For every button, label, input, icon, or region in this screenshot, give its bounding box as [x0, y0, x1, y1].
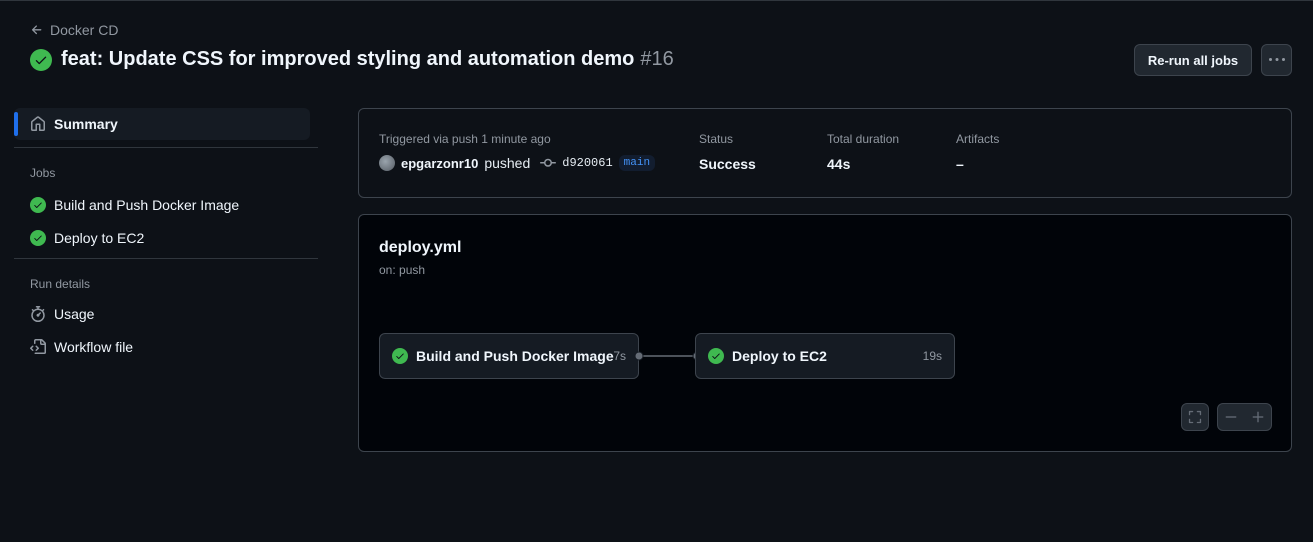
sidebar-item-label[interactable]: Workflow file	[54, 339, 133, 355]
sidebar-item-job-build[interactable]: Build and Push Docker Image	[14, 188, 318, 221]
workflow-graph-card: deploy.yml on: push Build and Push Docke…	[358, 214, 1292, 452]
trigger-label: Triggered via push 1 minute ago	[379, 132, 551, 146]
back-link-label[interactable]: Docker CD	[50, 22, 118, 38]
job-node-deploy[interactable]: Deploy to EC2 19s	[695, 333, 955, 379]
success-check-icon	[30, 196, 46, 213]
job-node-build[interactable]: Build and Push Docker Image 7s	[379, 333, 639, 379]
run-number: #16	[640, 48, 674, 70]
run-title-text: feat: Update CSS for improved styling an…	[61, 48, 635, 70]
file-code-icon	[30, 338, 46, 355]
stopwatch-icon	[30, 305, 46, 322]
job-node-duration: 7s	[613, 349, 626, 363]
arrow-left-icon	[30, 23, 44, 37]
branch-label[interactable]: main	[618, 155, 656, 171]
status-column: Status Success	[699, 132, 756, 172]
workflow-file-name[interactable]: deploy.yml	[379, 239, 461, 257]
trigger-column: Triggered via push 1 minute ago epgarzon…	[379, 132, 656, 171]
sidebar-item-job-deploy[interactable]: Deploy to EC2	[14, 221, 318, 254]
zoom-out-button[interactable]	[1218, 404, 1245, 430]
run-details-section-title: Run details	[30, 277, 91, 291]
sidebar-item-usage[interactable]: Usage	[14, 297, 318, 330]
run-title-row: feat: Update CSS for improved styling an…	[30, 48, 674, 71]
commit-sha-link[interactable]: d920061	[562, 156, 612, 170]
zoom-out-icon	[1226, 416, 1237, 418]
artifacts-label: Artifacts	[956, 132, 1000, 146]
job-node-duration: 19s	[922, 349, 942, 363]
job-connector	[634, 351, 702, 361]
back-link[interactable]: Docker CD	[30, 22, 118, 38]
zoom-controls	[1217, 403, 1272, 431]
sidebar-item-workflow-file[interactable]: Workflow file	[14, 330, 318, 363]
zoom-in-icon	[1252, 411, 1263, 423]
status-value: Success	[699, 156, 756, 172]
sidebar-item-summary[interactable]: Summary	[14, 108, 310, 140]
success-check-icon	[30, 229, 46, 246]
rerun-all-jobs-button[interactable]: Re-run all jobs	[1134, 44, 1252, 76]
success-check-icon	[392, 348, 408, 364]
fullscreen-icon	[1182, 404, 1208, 430]
page-title: feat: Update CSS for improved styling an…	[61, 48, 674, 71]
duration-label: Total duration	[827, 132, 900, 146]
workflow-trigger: on: push	[379, 263, 426, 277]
avatar[interactable]	[379, 155, 395, 171]
success-check-icon	[708, 348, 724, 364]
run-summary-card: Triggered via push 1 minute ago epgarzon…	[358, 108, 1292, 198]
sidebar-item-label[interactable]: Summary	[54, 116, 118, 132]
more-options-button[interactable]	[1261, 44, 1292, 76]
zoom-in-button[interactable]	[1245, 404, 1272, 430]
duration-value[interactable]: 44s	[827, 156, 899, 172]
job-node-name[interactable]: Deploy to EC2	[732, 348, 827, 364]
success-check-icon	[30, 48, 52, 71]
kebab-horizontal-icon	[1268, 52, 1285, 68]
git-commit-icon	[540, 155, 557, 171]
sidebar: Summary Jobs Build and Push Docker Image…	[14, 108, 318, 363]
sidebar-item-label[interactable]: Usage	[54, 306, 94, 322]
sidebar-divider	[14, 258, 318, 259]
fullscreen-button[interactable]	[1181, 403, 1209, 431]
job-node-name[interactable]: Build and Push Docker Image	[416, 348, 614, 364]
duration-column: Total duration 44s	[827, 132, 899, 172]
status-label: Status	[699, 132, 734, 146]
action-text: pushed	[484, 155, 531, 171]
trigger-details: epgarzonr10 pushed d920061 main	[379, 155, 656, 171]
sidebar-divider	[14, 147, 318, 148]
artifacts-value: –	[956, 156, 964, 172]
sidebar-item-label[interactable]: Build and Push Docker Image	[54, 197, 239, 213]
actor-link[interactable]: epgarzonr10	[401, 156, 478, 171]
artifacts-column: Artifacts –	[956, 132, 999, 172]
home-icon	[30, 116, 46, 132]
sidebar-item-label[interactable]: Deploy to EC2	[54, 230, 144, 246]
jobs-section-title: Jobs	[30, 166, 56, 180]
